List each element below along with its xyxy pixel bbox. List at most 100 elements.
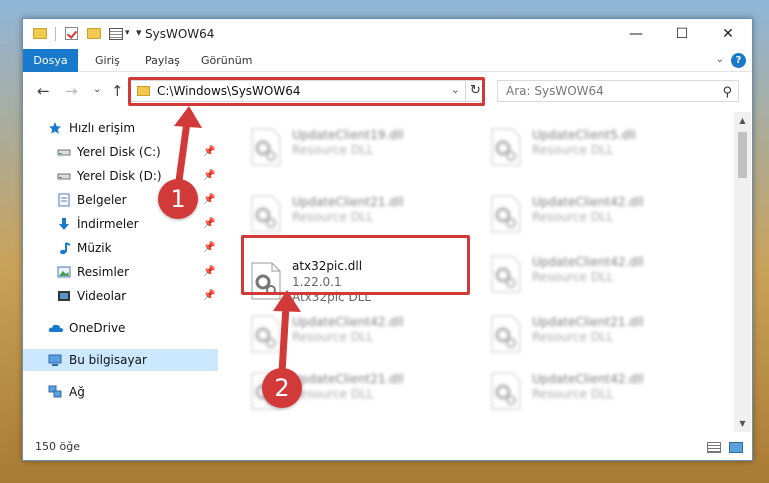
new-folder-icon[interactable] — [87, 28, 101, 39]
file-name: UpdateClient42.dll — [532, 255, 644, 269]
documents-icon — [58, 193, 70, 207]
file-description: Resource DLL — [532, 210, 614, 224]
status-bar: 150 öğe — [23, 432, 752, 460]
minimize-button[interactable]: — — [613, 19, 659, 49]
callout-arrow-2 — [273, 290, 301, 376]
chevron-down-icon[interactable]: ⌄ — [451, 83, 460, 96]
file-version: 1.22.0.1 — [292, 275, 342, 289]
file-name: UpdateClient19.dll — [292, 128, 404, 142]
sidebar-item-label: Resimler — [77, 265, 130, 279]
back-arrow-icon[interactable]: ← — [37, 82, 50, 100]
sidebar-item-downloads[interactable]: İndirmeler 📌 — [23, 213, 218, 235]
sidebar-item-music[interactable]: Müzik 📌 — [23, 237, 218, 259]
address-path: C:\Windows\SysWOW64 — [157, 84, 301, 98]
folder-icon — [33, 28, 47, 39]
computer-icon — [48, 354, 62, 366]
title-bar: ▾ ▾ SysWOW64 — ☐ ✕ — [23, 19, 752, 49]
file-name: UpdateClient42.dll — [532, 372, 644, 386]
details-view-icon[interactable] — [707, 442, 721, 453]
pin-icon[interactable]: 📌 — [203, 237, 215, 259]
quick-access-dropdown-icon[interactable]: ▾ — [125, 28, 130, 44]
music-icon — [60, 242, 71, 255]
search-input[interactable]: Ara: SysWOW64 ⚲ — [497, 80, 739, 102]
item-count: 150 öğe — [35, 440, 80, 453]
close-button[interactable]: ✕ — [705, 19, 751, 49]
tab-giris[interactable]: Giriş — [95, 49, 120, 72]
folder-icon — [137, 86, 150, 96]
dll-file-icon — [491, 255, 521, 293]
drive-icon — [57, 173, 71, 180]
tab-gorunum[interactable]: Görünüm — [201, 49, 252, 72]
window-title: SysWOW64 — [145, 27, 215, 41]
large-icons-view-icon[interactable] — [729, 442, 743, 453]
sidebar-item-label: İndirmeler — [77, 217, 139, 231]
file-description: Resource DLL — [532, 143, 614, 157]
ribbon: Dosya Giriş Paylaş Görünüm ⌄ ? — [23, 49, 752, 72]
toolbar-separator — [55, 27, 56, 41]
scroll-down-icon[interactable]: ▼ — [734, 415, 751, 432]
pin-icon[interactable]: 📌 — [203, 213, 215, 235]
tab-paylas[interactable]: Paylaş — [145, 49, 180, 72]
file-description: Resource DLL — [292, 210, 374, 224]
sidebar-item-label: Ağ — [69, 385, 85, 399]
maximize-button[interactable]: ☐ — [659, 19, 705, 49]
star-icon — [49, 122, 61, 134]
search-icon: ⚲ — [722, 85, 732, 100]
callout-badge-2: 2 — [262, 368, 302, 408]
sidebar-item-label: OneDrive — [69, 321, 126, 335]
sidebar-item-label: Müzik — [77, 241, 112, 255]
sidebar-item-onedrive[interactable]: OneDrive — [23, 317, 218, 339]
customize-toolbar-icon[interactable]: ▾ — [136, 26, 142, 42]
sidebar-item-label: Belgeler — [77, 193, 127, 207]
file-description: Resource DLL — [292, 143, 374, 157]
dll-file-icon — [491, 128, 521, 166]
videos-icon — [58, 291, 70, 301]
dll-file-icon — [251, 195, 281, 233]
scrollbar-thumb[interactable] — [738, 132, 747, 178]
file-item[interactable]: UpdateClient19.dll Resource DLL — [240, 120, 470, 176]
sidebar-item-label: Yerel Disk (D:) — [77, 169, 162, 183]
up-arrow-icon[interactable]: ↑ — [111, 82, 124, 100]
file-item[interactable]: UpdateClient42.dll Resource DLL — [480, 187, 710, 243]
vertical-scrollbar[interactable]: ▲ ▼ — [734, 112, 751, 432]
file-description: Resource DLL — [532, 387, 614, 401]
sidebar-item-this-pc[interactable]: Bu bilgisayar — [23, 349, 218, 371]
file-item[interactable]: UpdateClient5.dll Resource DLL — [480, 120, 710, 176]
sidebar-item-label: Videolar — [77, 289, 127, 303]
search-placeholder: Ara: SysWOW64 — [506, 84, 604, 98]
properties-check-icon[interactable] — [65, 27, 78, 40]
file-item[interactable]: UpdateClient21.dll Resource DLL — [240, 187, 470, 243]
sidebar-item-videos[interactable]: Videolar 📌 — [23, 285, 218, 307]
pin-icon[interactable]: 📌 — [203, 285, 215, 307]
navigation-bar: ← → ⌄ ↑ C:\Windows\SysWOW64 ⌄ ↻ Ara: Sys… — [23, 72, 752, 112]
file-description: Resource DLL — [292, 387, 374, 401]
pin-icon[interactable]: 📌 — [203, 261, 215, 283]
tab-dosya[interactable]: Dosya — [23, 49, 78, 72]
file-name: UpdateClient5.dll — [532, 128, 636, 142]
file-item[interactable]: UpdateClient42.dll Resource DLL — [480, 247, 710, 303]
network-icon — [48, 385, 62, 398]
help-icon[interactable]: ? — [731, 53, 746, 68]
sidebar-item-label: Hızlı erişim — [69, 121, 136, 135]
dll-file-icon — [491, 195, 521, 233]
forward-arrow-icon[interactable]: → — [65, 82, 78, 100]
view-details-icon[interactable] — [109, 28, 123, 40]
file-name: atx32pic.dll — [292, 259, 363, 273]
sidebar-item-label: Bu bilgisayar — [69, 353, 147, 367]
sidebar-item-network[interactable]: Ağ — [23, 381, 218, 403]
file-item[interactable]: UpdateClient42.dll Resource DLL — [480, 364, 710, 420]
chevron-down-icon[interactable]: ⌄ — [716, 54, 724, 65]
scroll-up-icon[interactable]: ▲ — [734, 112, 751, 129]
file-description: Resource DLL — [532, 330, 614, 344]
refresh-icon[interactable]: ↻ — [465, 80, 485, 102]
file-item[interactable]: UpdateClient21.dll Resource DLL — [480, 307, 710, 363]
file-name: UpdateClient42.dll — [532, 195, 644, 209]
dll-file-icon — [491, 372, 521, 410]
drive-icon — [57, 149, 71, 156]
pictures-icon — [57, 266, 71, 278]
sidebar-item-pictures[interactable]: Resimler 📌 — [23, 261, 218, 283]
address-bar[interactable]: C:\Windows\SysWOW64 ⌄ — [128, 80, 485, 102]
recent-locations-icon[interactable]: ⌄ — [93, 84, 101, 95]
downloads-icon — [59, 218, 69, 230]
sidebar-item-label: Yerel Disk (C:) — [77, 145, 161, 159]
